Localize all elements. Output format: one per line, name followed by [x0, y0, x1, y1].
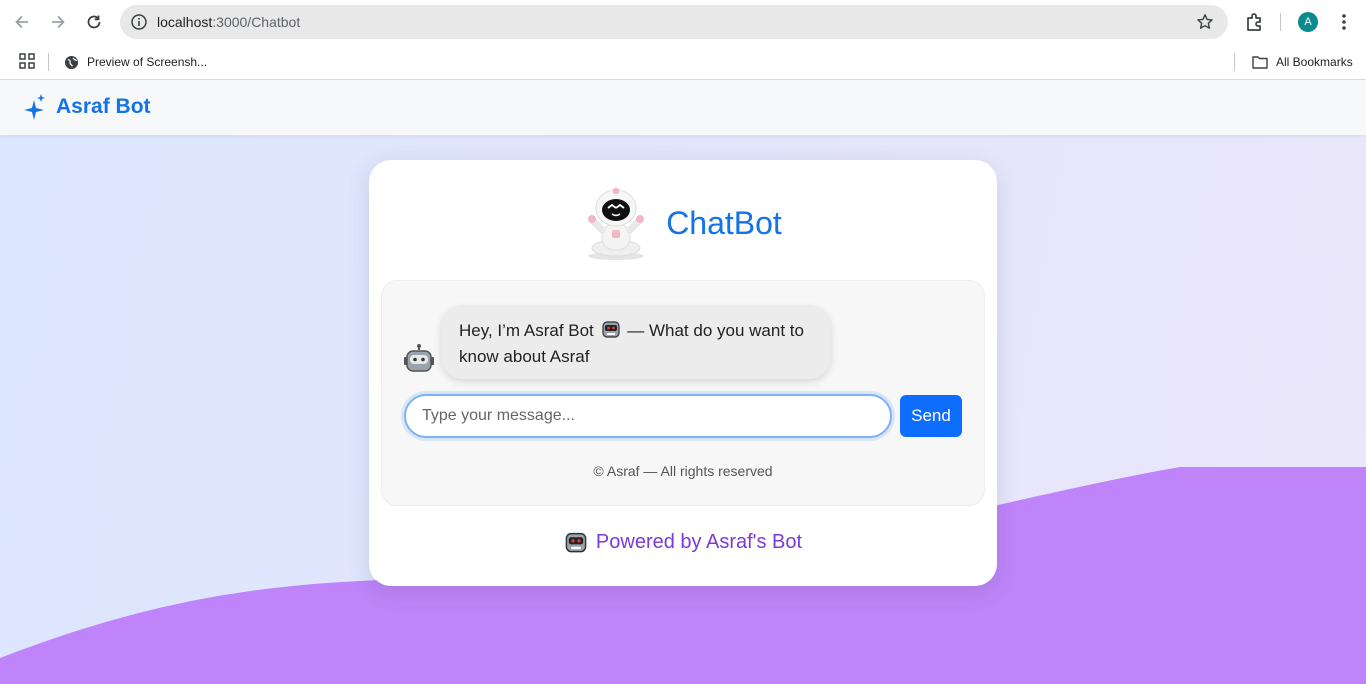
page-body: Asraf Bot ChatBot Hey, I’m Asraf Bot — W… — [0, 80, 1366, 684]
bookmarks-divider — [48, 53, 49, 71]
bot-message-bubble: Hey, I’m Asraf Bot — What do you want to… — [441, 305, 831, 379]
robot-face-icon — [601, 321, 620, 338]
bookmarks-divider-right — [1234, 53, 1235, 71]
apps-grid-icon[interactable] — [18, 52, 36, 70]
site-info-icon[interactable] — [130, 13, 148, 31]
arrow-right-icon — [52, 15, 65, 29]
bookmark-star-icon[interactable] — [1196, 13, 1214, 31]
reload-icon — [87, 15, 101, 29]
reload-button[interactable] — [82, 10, 106, 34]
brand-name: Asraf Bot — [56, 95, 151, 118]
forward-button[interactable] — [46, 10, 70, 34]
card-header: ChatBot — [369, 186, 997, 260]
send-button[interactable]: Send — [900, 395, 962, 437]
url-path: :3000/Chatbot — [212, 14, 301, 30]
all-bookmarks-label: All Bookmarks — [1276, 55, 1353, 69]
chat-panel: Hey, I’m Asraf Bot — What do you want to… — [381, 280, 985, 506]
powered-by: Powered by Asraf's Bot — [369, 530, 997, 554]
bookmark-label: Preview of Screensh... — [87, 55, 208, 69]
toolbar-divider — [1280, 13, 1281, 31]
bot-message-text-start: Hey, I’m Asraf Bot — [459, 321, 594, 340]
robot-mascot-icon — [588, 188, 645, 260]
copyright-text: © Asraf — All rights reserved — [593, 463, 773, 479]
sparkles-icon — [24, 94, 45, 120]
robot-face-icon — [565, 532, 587, 553]
chatbot-card: ChatBot Hey, I’m Asraf Bot — What do you… — [369, 160, 997, 586]
arrow-left-icon — [15, 15, 28, 29]
globe-icon — [64, 55, 79, 69]
bookmark-item[interactable]: Preview of Screensh... — [64, 51, 207, 73]
profile-avatar[interactable]: A — [1298, 12, 1318, 32]
message-input[interactable] — [404, 394, 892, 438]
brand-link[interactable]: Asraf Bot — [24, 94, 151, 120]
extensions-puzzle-icon[interactable] — [1244, 11, 1266, 33]
back-button[interactable] — [10, 10, 34, 34]
top-navbar: Asraf Bot — [0, 80, 1366, 135]
address-bar[interactable]: localhost:3000/Chatbot — [120, 5, 1228, 39]
bookmarks-bar: Preview of Screensh... All Bookmarks — [0, 44, 1366, 80]
more-options-icon[interactable] — [1334, 12, 1354, 32]
bot-avatar-icon — [404, 344, 434, 372]
all-bookmarks-button[interactable]: All Bookmarks — [1252, 51, 1353, 73]
powered-by-text: Powered by Asraf's Bot — [595, 530, 803, 553]
browser-toolbar: localhost:3000/Chatbot A — [0, 0, 1366, 44]
folder-icon — [1252, 56, 1268, 69]
card-title: ChatBot — [666, 204, 782, 241]
url-text: localhost:3000/Chatbot — [157, 14, 300, 30]
url-host: localhost — [157, 14, 213, 30]
